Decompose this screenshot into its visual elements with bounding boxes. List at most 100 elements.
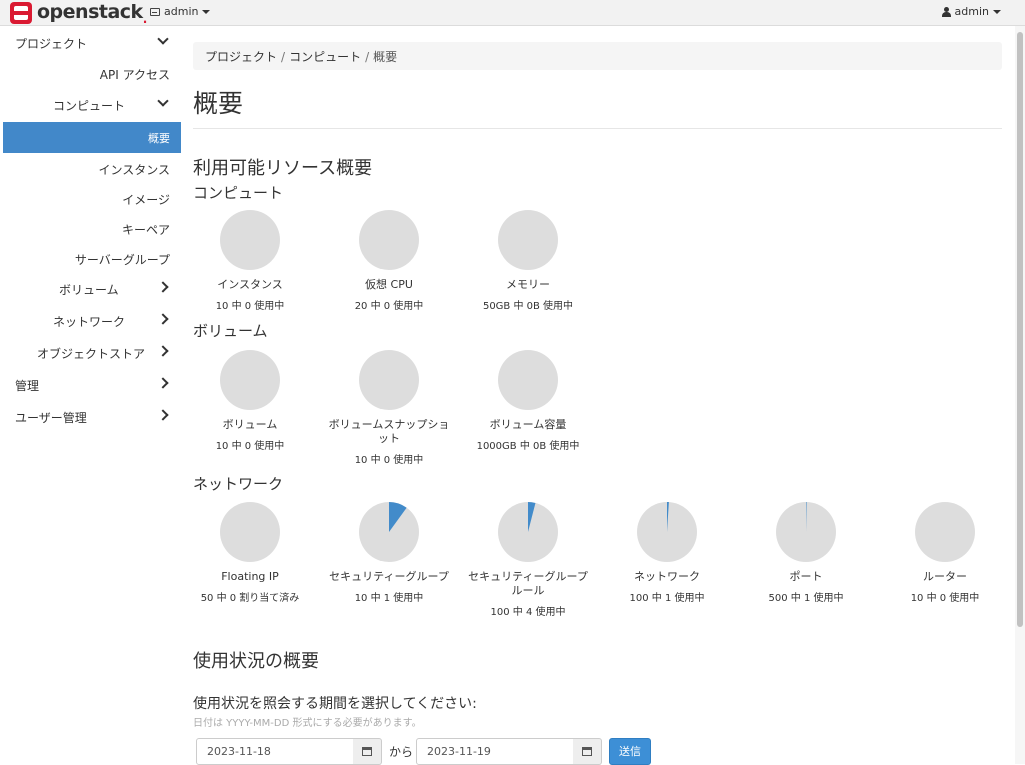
date-prompt: 使用状況を照会する期間を選択してください: [193,696,477,712]
sidebar-item-admin[interactable]: 管理 [3,369,181,400]
pie-background [359,350,419,410]
sidebar-item-label: ネットワーク [53,315,126,329]
pie-background [220,502,280,562]
chevron-right-icon [157,345,169,357]
quota-usage: 50 中 0 割り当て済み [200,593,300,604]
quota-pie-item: ボリュームスナップショット 10 中 0 使用中 [328,349,450,466]
pie-background [498,210,558,270]
pie-background [220,350,280,410]
limits-group-title: ボリューム [193,322,268,340]
quota-pie-item: メモリー 50GB 中 0B 使用中 [467,209,589,312]
quota-usage: 20 中 0 使用中 [354,301,424,312]
start-calendar-button[interactable] [353,738,382,765]
pie-background [498,350,558,410]
sidebar-item-network[interactable]: ネットワーク [3,305,181,336]
user-menu[interactable]: admin [941,5,1001,18]
end-calendar-button[interactable] [573,738,602,765]
page-title: 概要 [193,89,244,118]
user-name: admin [954,5,989,18]
quota-label: ボリューム [222,418,278,431]
quota-pie-item: ポート 500 中 1 使用中 [745,501,867,604]
quota-label: ボリューム容量 [489,418,567,431]
openstack-logo-icon [10,2,32,24]
sidebar-item-label: イメージ [122,193,170,207]
quota-usage: 10 中 0 使用中 [354,455,424,466]
quota-usage: 10 中 0 使用中 [215,441,285,452]
quota-pie-chart [359,350,419,410]
sidebar-item-label: コンピュート [53,99,126,113]
sidebar-item-server-groups[interactable]: サーバーグループ [3,243,181,274]
breadcrumb-item[interactable]: プロジェクト [205,50,277,64]
user-icon [941,6,951,17]
chevron-right-icon [157,377,169,389]
breadcrumb-separator: / [365,50,370,64]
quota-usage: 100 中 4 使用中 [490,607,566,618]
page-scrollbar[interactable] [1015,26,1025,764]
chevron-down-icon [157,95,169,107]
quota-label: ボリュームスナップショット [328,418,450,445]
quota-label: メモリー [506,278,550,291]
caret-down-icon [993,9,1001,14]
pie-background [359,210,419,270]
quota-pie-item: Floating IP 50 中 0 割り当て済み [189,501,311,604]
scrollbar-thumb[interactable] [1017,32,1023,627]
sidebar-item-label: ユーザー管理 [15,411,87,425]
quota-pie-chart [637,502,697,562]
end-date-input[interactable] [416,738,574,765]
start-date-input[interactable] [196,738,354,765]
quota-pie-chart [776,502,836,562]
breadcrumb-item[interactable]: コンピュート [289,50,361,64]
quota-pie-item: セキュリティーグループ 10 中 1 使用中 [328,501,450,604]
quota-pie-chart [359,210,419,270]
brand-name: openstack. [37,0,147,26]
sidebar-item-instances[interactable]: インスタンス [3,153,181,184]
quota-pie-chart [220,502,280,562]
quota-pie-item: ボリューム 10 中 0 使用中 [189,349,311,452]
quota-usage: 10 中 0 使用中 [910,593,980,604]
caret-down-icon [202,9,211,14]
sidebar-item-label: プロジェクト [15,37,88,51]
breadcrumb: プロジェクト / コンピュート / 概要 [193,42,1002,70]
quota-usage: 10 中 0 使用中 [215,301,285,312]
sidebar-item-api-access[interactable]: API アクセス [3,58,181,89]
quota-pie-item: ルーター 10 中 0 使用中 [884,501,1006,604]
quota-label: 仮想 CPU [365,278,413,291]
quota-usage: 100 中 1 使用中 [629,593,705,604]
project-switcher[interactable]: admin [150,5,211,18]
sidebar-item-label: サーバーグループ [74,253,170,267]
quota-pie-chart [498,210,558,270]
sidebar-item-project[interactable]: プロジェクト [3,27,181,58]
sidebar-item-label: インスタンス [98,163,170,177]
top-navbar: openstack. admin admin [0,0,1025,26]
sidebar-item-keypairs[interactable]: キーペア [3,213,181,244]
quota-pie-item: セキュリティーグループルール 100 中 4 使用中 [467,501,589,618]
chevron-right-icon [157,313,169,325]
sidebar-item-compute[interactable]: コンピュート [3,89,181,120]
quota-pie-chart [915,502,975,562]
chevron-right-icon [157,409,169,421]
calendar-icon [582,747,592,756]
sidebar-item-volumes[interactable]: ボリューム [3,273,181,304]
sidebar-item-label: キーペア [121,223,170,237]
quota-pie-item: インスタンス 10 中 0 使用中 [189,209,311,312]
sidebar-item-label: API アクセス [99,68,170,82]
sidebar-item-images[interactable]: イメージ [3,183,181,214]
sidebar-item-identity[interactable]: ユーザー管理 [3,401,181,432]
quota-pie-item: ボリューム容量 1000GB 中 0B 使用中 [467,349,589,452]
limits-group-title: ネットワーク [193,475,284,493]
from-label: から [389,745,414,759]
quota-usage: 1000GB 中 0B 使用中 [476,441,580,452]
quota-pie-item: ネットワーク 100 中 1 使用中 [606,501,728,604]
submit-button[interactable]: 送信 [609,738,651,765]
sidebar: プロジェクト API アクセスコンピュート概要インスタンスイメージキーペアサーバー… [3,27,181,764]
sidebar-item-object-store[interactable]: オブジェクトストア [3,337,181,368]
sidebar-item-label: ボリューム [59,283,119,297]
quota-label: セキュリティーグループルール [468,570,588,597]
quota-pie-chart [359,502,419,562]
sidebar-item-overview[interactable]: 概要 [3,122,181,153]
quota-usage: 10 中 1 使用中 [354,593,424,604]
openstack-logo[interactable]: openstack. [10,0,147,26]
quota-label: ルーター [923,570,967,583]
chevron-right-icon [157,281,169,293]
quota-usage: 50GB 中 0B 使用中 [482,301,574,312]
